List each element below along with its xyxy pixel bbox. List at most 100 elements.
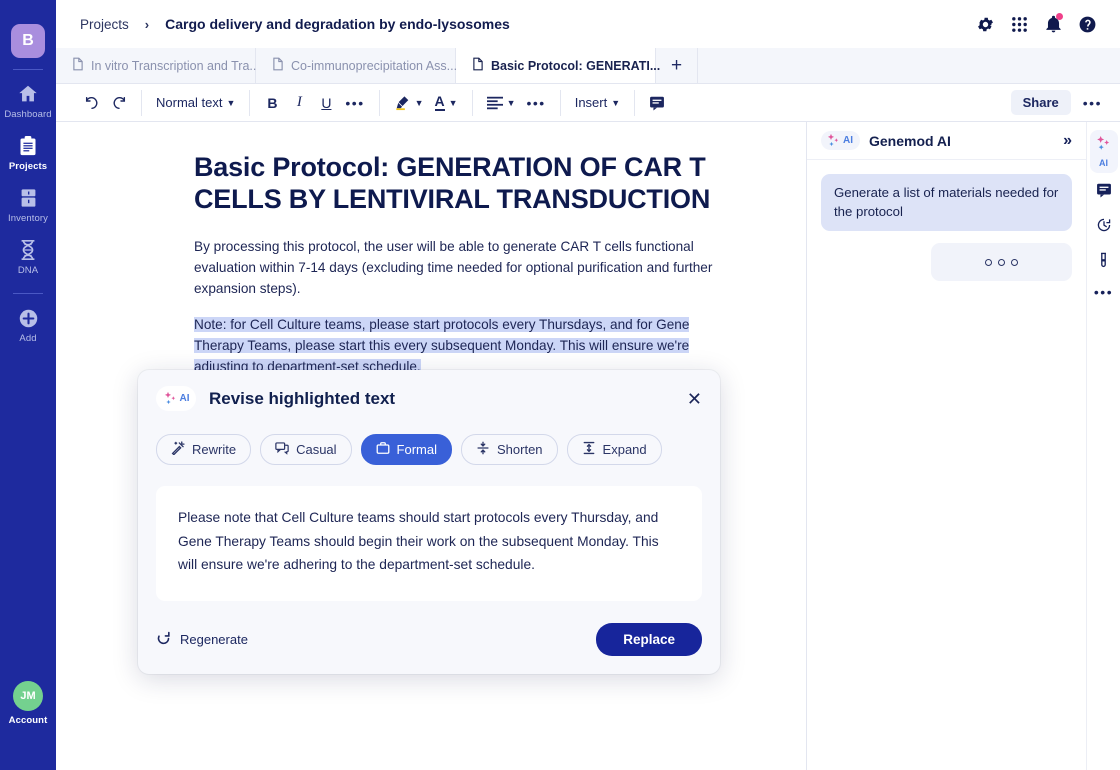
chip-shorten[interactable]: Shorten	[461, 434, 558, 465]
align-icon[interactable]: ▼	[483, 90, 520, 116]
dialog-ai-badge-label: AI	[179, 393, 190, 404]
undo-icon[interactable]	[80, 90, 104, 116]
expand-icon	[582, 441, 596, 458]
chevron-down-icon: ▼	[611, 97, 621, 108]
rail-label-ai: AI	[1099, 158, 1108, 168]
file-icon	[272, 57, 284, 74]
rail-item-comments[interactable]	[1090, 177, 1118, 208]
italic-button[interactable]: I	[287, 90, 311, 116]
rail-item-history[interactable]	[1090, 212, 1118, 243]
sidebar-label-projects: Projects	[8, 161, 48, 172]
text-style-dropdown[interactable]: Normal text ▼	[152, 90, 239, 116]
replace-button[interactable]: Replace	[596, 623, 702, 656]
insert-label: Insert	[574, 95, 608, 110]
document-tab-bar: In vitro Transcription and Tra... Co-imm…	[56, 48, 1120, 84]
dialog-header: AI Revise highlighted text ✕	[156, 386, 702, 411]
app-logo[interactable]: B	[11, 24, 45, 58]
document-paragraph-1: By processing this protocol, the user wi…	[194, 238, 713, 297]
close-icon[interactable]: ✕	[687, 390, 702, 408]
tab-co-immunoprecipitation[interactable]: Co-immunoprecipitation Ass...	[256, 48, 457, 83]
toolbar-group-style: Normal text ▼	[142, 84, 249, 122]
comments-icon	[1096, 182, 1112, 203]
tab-label: In vitro Transcription and Tra...	[91, 58, 260, 73]
freezer-icon	[0, 186, 56, 210]
chip-label: Shorten	[497, 442, 543, 457]
rail-item-more[interactable]: •••	[1090, 283, 1118, 301]
ai-message-list: Generate a list of materials needed for …	[807, 160, 1086, 770]
breadcrumb-current: Cargo delivery and degradation by endo-l…	[165, 16, 510, 32]
new-tab-button[interactable]: +	[656, 48, 698, 83]
chevron-down-icon: ▼	[226, 97, 236, 108]
chip-label: Expand	[602, 442, 647, 457]
page-title: Basic Protocol: GENERATION OF CAR T CELL…	[194, 152, 711, 214]
underline-button[interactable]: U	[314, 90, 338, 116]
chip-rewrite[interactable]: Rewrite	[156, 434, 252, 465]
breadcrumb-root[interactable]: Projects	[80, 17, 129, 32]
document-highlighted-note[interactable]: Note: for Cell Culture teams, please sta…	[194, 314, 726, 378]
dialog-title: Revise highlighted text	[209, 388, 396, 408]
home-icon	[0, 82, 56, 106]
chevron-down-icon: ▼	[448, 97, 458, 108]
insert-dropdown[interactable]: Insert ▼	[571, 90, 624, 116]
sidebar-item-add[interactable]: Add	[0, 298, 56, 350]
ai-assistant-typing	[931, 243, 1072, 282]
ai-sparkle-icon: AI	[821, 131, 860, 150]
comment-icon[interactable]	[645, 90, 669, 116]
help-circle-icon[interactable]	[1070, 7, 1104, 41]
gear-icon[interactable]	[968, 7, 1002, 41]
test-tube-icon	[1097, 252, 1110, 274]
more-actions-button[interactable]: •••	[1079, 90, 1106, 116]
rail-item-test-tube[interactable]	[1090, 247, 1118, 279]
regenerate-button[interactable]: Regenerate	[156, 631, 248, 649]
chip-casual[interactable]: Casual	[260, 434, 352, 465]
tab-basic-protocol[interactable]: Basic Protocol: GENERATI...	[456, 48, 660, 83]
sidebar-label-dna: DNA	[17, 265, 39, 276]
highlighted-text: Note: for Cell Culture teams, please sta…	[194, 316, 690, 375]
more-paragraph-options-button[interactable]: •••	[523, 90, 550, 116]
editor-toolbar: Normal text ▼ B I U ••• ▼ A ▼ ▼ ••• Inse…	[56, 84, 1120, 122]
highlighter-icon[interactable]: ▼	[390, 90, 428, 116]
ai-badge-label: AI	[843, 135, 853, 146]
sidebar-item-inventory[interactable]: Inventory	[0, 178, 56, 230]
chat-bubble-icon	[275, 441, 289, 458]
chip-formal[interactable]: Formal	[360, 434, 452, 465]
sidebar-item-dashboard[interactable]: Dashboard	[0, 74, 56, 126]
chevron-down-icon: ▼	[414, 97, 424, 108]
font-color-button[interactable]: A ▼	[431, 90, 462, 116]
rail-item-ai[interactable]: AI	[1089, 130, 1118, 173]
toolbar-group-paragraph: ▼ •••	[473, 84, 560, 122]
breadcrumb-separator-icon: ›	[144, 16, 150, 32]
tone-chip-group: Rewrite Casual Formal Shorten Expand	[156, 434, 702, 465]
refresh-icon	[156, 631, 171, 649]
top-header: Projects › Cargo delivery and degradatio…	[56, 0, 1120, 48]
history-clock-icon	[1096, 217, 1112, 238]
sidebar-divider-bottom	[13, 293, 43, 294]
tab-in-vitro-transcription[interactable]: In vitro Transcription and Tra...	[56, 48, 260, 83]
bell-icon[interactable]	[1036, 7, 1070, 41]
sidebar-item-dna[interactable]: DNA	[0, 230, 56, 282]
sidebar-account[interactable]: JM Account	[0, 681, 56, 726]
file-icon	[472, 57, 484, 74]
apps-grid-icon[interactable]	[1002, 7, 1036, 41]
share-button[interactable]: Share	[1010, 90, 1071, 115]
redo-icon[interactable]	[107, 90, 131, 116]
dna-icon	[0, 238, 56, 262]
ai-panel-header: AI Genemod AI »	[807, 122, 1086, 160]
bold-button[interactable]: B	[260, 90, 284, 116]
more-format-options-button[interactable]: •••	[341, 90, 368, 116]
plus-circle-icon	[0, 306, 56, 330]
sidebar-item-projects[interactable]: Projects	[0, 126, 56, 178]
toolbar-group-history	[70, 84, 141, 122]
compress-icon	[476, 441, 490, 458]
typing-indicator-icon	[985, 258, 1018, 266]
chip-expand[interactable]: Expand	[566, 434, 662, 465]
chevrons-right-icon[interactable]: »	[1063, 132, 1072, 150]
revise-highlighted-text-dialog: AI Revise highlighted text ✕ Rewrite Cas…	[138, 370, 720, 674]
chip-label: Rewrite	[192, 442, 237, 457]
regenerate-label: Regenerate	[180, 632, 248, 647]
chevron-down-icon: ▼	[506, 97, 516, 108]
sidebar-label-inventory: Inventory	[8, 213, 48, 224]
toolbar-group-color: ▼ A ▼	[380, 84, 472, 122]
avatar: JM	[13, 681, 43, 711]
sidebar-label-dashboard: Dashboard	[4, 109, 52, 120]
